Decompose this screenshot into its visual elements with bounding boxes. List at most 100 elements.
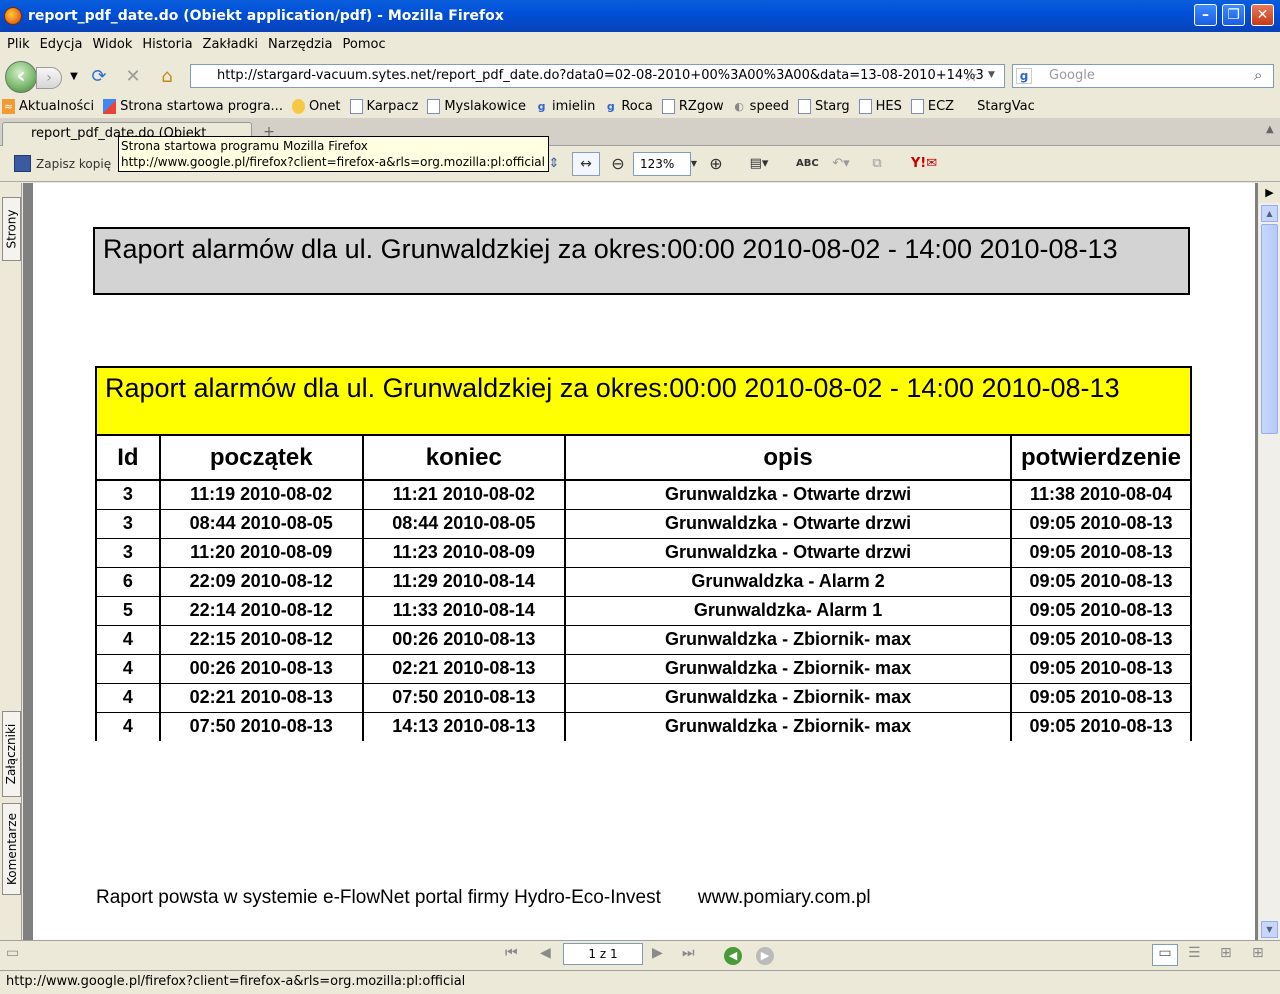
- table-row: 3 08:44 2010-08-05 08:44 2010-08-05 Grunwal…: [95, 508, 1192, 538]
- side-tab-comments[interactable]: Komentarze: [2, 803, 21, 895]
- page-thumbnail-toggle-icon[interactable]: ▭: [6, 945, 19, 961]
- history-back-icon[interactable]: ◀: [724, 947, 742, 965]
- menu-history[interactable]: Historia: [142, 37, 192, 52]
- side-tab-attachments[interactable]: Załączniki: [2, 711, 21, 797]
- page-number-field[interactable]: 1 z 1: [563, 943, 643, 965]
- url-bar[interactable]: http://stargard-vacuum.sytes.net/report_…: [190, 64, 1005, 88]
- search-input[interactable]: Google: [1012, 64, 1274, 88]
- bookmark-imielin[interactable]: g imielin: [535, 99, 596, 114]
- table-row: 4 02:21 2010-08-13 07:50 2010-08-13 Grunwal…: [95, 682, 1192, 712]
- bookmark-starg[interactable]: Starg: [797, 98, 850, 114]
- window-title: report_pdf_date.do (Obiekt application/p…: [28, 8, 504, 24]
- table-row: 6 22:09 2010-08-12 11:29 2010-08-14 Grunwal…: [95, 566, 1192, 596]
- single-page-view-icon[interactable]: ▭: [1152, 944, 1178, 966]
- scroll-down-icon[interactable]: ▼: [1261, 921, 1278, 938]
- copy-icon[interactable]: ⧉: [866, 154, 888, 174]
- cell-end: 11:21 2010-08-02: [361, 479, 567, 509]
- bookmark-speed[interactable]: ◐ speed: [733, 99, 789, 114]
- tooltip-url: http://www.google.pl/firefox?client=fire…: [121, 155, 545, 169]
- panel-toggle-icon[interactable]: ▶: [1259, 183, 1280, 203]
- bookmark-roca[interactable]: g Roca: [604, 99, 653, 114]
- menu-help[interactable]: Pomoc: [343, 37, 386, 52]
- zoom-select[interactable]: 123%: [633, 152, 691, 176]
- reload-icon[interactable]: ⟳: [88, 66, 110, 88]
- cell-confirmation: 09:05 2010-08-13: [1010, 537, 1192, 567]
- menu-bookmarks[interactable]: Zakładki: [203, 37, 258, 52]
- bookmark-ecz[interactable]: ECZ: [910, 98, 954, 114]
- spellcheck-icon[interactable]: ABC: [796, 154, 819, 174]
- page-tools-icon[interactable]: ▤▾: [744, 154, 774, 174]
- home-icon[interactable]: ⌂: [156, 66, 178, 88]
- bookmark-stargvac[interactable]: StargVac: [977, 99, 1035, 114]
- tab-scroll-icon[interactable]: ▲: [1266, 124, 1274, 135]
- page-step-icon[interactable]: ⇕: [548, 154, 560, 174]
- cell-id: 4: [95, 711, 161, 741]
- zoom-in-icon[interactable]: ⊕: [706, 154, 726, 174]
- cell-description: Grunwaldzka - Otwarte drzwi: [564, 508, 1013, 538]
- cell-start: 00:26 2010-08-13: [158, 653, 364, 683]
- cell-confirmation: 11:38 2010-08-04: [1010, 479, 1192, 509]
- table-row: 5 22:14 2010-08-12 11:33 2010-08-14 Grunwal…: [95, 595, 1192, 625]
- side-tab-pages[interactable]: Strony: [2, 197, 21, 261]
- stop-icon[interactable]: ✕: [122, 66, 144, 88]
- bookmarks-toolbar: ≈ Aktualności Strona startowa progra... O…: [0, 94, 1280, 118]
- scroll-thumb[interactable]: [1261, 224, 1278, 434]
- zoom-dropdown-icon[interactable]: ▼: [689, 154, 699, 174]
- url-dropdown-icon[interactable]: ▼: [988, 70, 995, 80]
- fit-width-icon[interactable]: ↔: [572, 152, 600, 176]
- footer-text: Raport powsta w systemie e-FlowNet porta…: [96, 887, 661, 908]
- google-engine-icon[interactable]: g: [1016, 68, 1032, 84]
- bookmark-karpacz[interactable]: Karpacz: [349, 98, 418, 114]
- bookmark-strona-startowa[interactable]: Strona startowa progra...: [103, 98, 283, 114]
- menu-view[interactable]: Widok: [92, 37, 132, 52]
- history-dropdown-icon[interactable]: ▼: [63, 66, 85, 88]
- col-header-description: opis: [564, 434, 1013, 481]
- menu-tools[interactable]: Narzędzia: [268, 37, 333, 52]
- navigation-toolbar: ‹ › ▼ ⟳ ✕ ⌂ http://stargard-vacuum.sytes…: [0, 56, 1280, 94]
- two-page-view-icon[interactable]: ⊞: [1220, 945, 1232, 961]
- continuous-view-icon[interactable]: ☰: [1188, 945, 1201, 961]
- forward-button[interactable]: ›: [36, 67, 62, 89]
- zoom-out-icon[interactable]: ⊖: [608, 154, 628, 174]
- save-copy-button[interactable]: Zapisz kopię: [36, 154, 111, 174]
- menu-edit[interactable]: Edycja: [40, 37, 83, 52]
- cell-confirmation: 09:05 2010-08-13: [1010, 653, 1192, 683]
- bookmark-star-icon[interactable]: ☆: [964, 66, 978, 85]
- pdf-side-panel: Strony Załączniki Komentarze: [0, 183, 22, 940]
- cell-description: Grunwaldzka - Otwarte drzwi: [564, 479, 1013, 509]
- cell-start: 11:20 2010-08-09: [158, 537, 364, 567]
- yahoo-messenger-icon[interactable]: Y!✉: [906, 154, 942, 174]
- report-heading-yellow: Raport alarmów dla ul. Grunwaldzkiej za …: [95, 366, 1192, 434]
- bookmark-myslakowice[interactable]: Myslakowice: [427, 98, 526, 114]
- minimize-button[interactable]: –: [1194, 4, 1217, 26]
- alarm-table-section: Raport alarmów dla ul. Grunwaldzkiej za …: [95, 366, 1192, 741]
- maximize-button[interactable]: ❐: [1222, 4, 1245, 26]
- report-title-1: Raport alarmów dla ul. Grunwaldzkiej za …: [103, 234, 1118, 264]
- previous-page-icon[interactable]: ◀: [540, 945, 551, 961]
- bookmark-aktualnosci[interactable]: ≈ Aktualności: [2, 98, 94, 114]
- bookmark-onet[interactable]: Onet: [291, 98, 341, 114]
- two-page-continuous-view-icon[interactable]: ⊞: [1252, 945, 1264, 961]
- first-page-icon[interactable]: ⏮: [505, 945, 518, 961]
- bookmark-hes[interactable]: HES: [858, 98, 902, 114]
- cell-end: 14:13 2010-08-13: [361, 711, 567, 741]
- bookmark-rzgow[interactable]: RZgow: [661, 98, 724, 114]
- google-icon: [103, 98, 117, 114]
- close-button[interactable]: ✕: [1251, 4, 1274, 26]
- back-button[interactable]: ‹: [5, 61, 37, 93]
- url-text: http://stargard-vacuum.sytes.net/report_…: [217, 68, 984, 83]
- report-title-2: Raport alarmów dla ul. Grunwaldzkiej za …: [105, 373, 1120, 403]
- search-magnifier-icon[interactable]: ⌕: [1254, 66, 1262, 84]
- cell-id: 3: [95, 479, 161, 509]
- undo-icon[interactable]: ↶▾: [826, 154, 856, 174]
- cell-end: 08:44 2010-08-05: [361, 508, 567, 538]
- cell-id: 5: [95, 595, 161, 625]
- history-forward-icon[interactable]: ▶: [756, 947, 774, 965]
- tooltip-title: Strona startowa programu Mozilla Firefox: [121, 139, 368, 153]
- menu-file[interactable]: Plik: [7, 37, 30, 52]
- scroll-up-icon[interactable]: ▲: [1261, 205, 1278, 222]
- cell-start: 11:19 2010-08-02: [158, 479, 364, 509]
- last-page-icon[interactable]: ⏭: [682, 945, 695, 961]
- cell-start: 08:44 2010-08-05: [158, 508, 364, 538]
- next-page-icon[interactable]: ▶: [652, 945, 663, 961]
